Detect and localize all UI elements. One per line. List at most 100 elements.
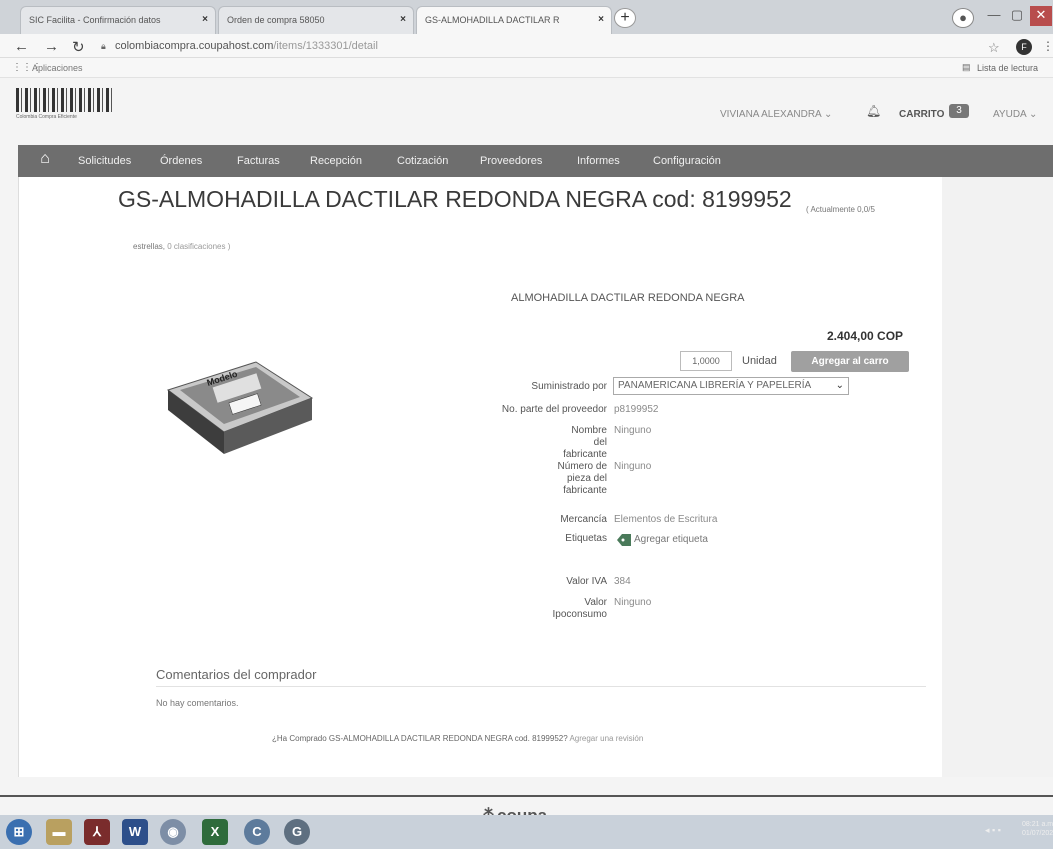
page-title: GS-ALMOHADILLA DACTILAR REDONDA NEGRA co… bbox=[118, 186, 792, 212]
word-icon[interactable]: W bbox=[122, 819, 148, 845]
commodity-label: Mercancía bbox=[560, 514, 607, 525]
media-player-icon[interactable]: ◉ bbox=[160, 819, 186, 845]
tags-label: Etiquetas bbox=[565, 533, 607, 544]
iva-label: Valor IVA bbox=[566, 576, 607, 587]
home-icon[interactable]: ⌂ bbox=[30, 150, 60, 174]
rating-stars-text: estrellas, bbox=[133, 242, 166, 251]
chevron-down-icon: ⌄ bbox=[823, 109, 833, 120]
user-menu[interactable]: VIVIANA ALEXANDRA ⌄ bbox=[720, 109, 832, 120]
product-price: 2.404,00 COP bbox=[827, 329, 904, 343]
lock-icon: 🔒︎ bbox=[101, 41, 106, 51]
taskbar bbox=[0, 815, 1053, 849]
review-question: ¿Ha Comprado GS-ALMOHADILLA DACTILAR RED… bbox=[272, 734, 568, 743]
divider bbox=[156, 686, 926, 687]
nav-item-cotizacion[interactable]: Cotización bbox=[397, 155, 448, 167]
rating-summary: ( Actualmente 0,0/5 bbox=[806, 205, 875, 214]
nav-item-facturas[interactable]: Facturas bbox=[237, 155, 280, 167]
tab-label: GS-ALMOHADILLA DACTILAR R bbox=[425, 15, 560, 25]
clock: 08:21 a.m. 01/07/2021 bbox=[1022, 820, 1053, 838]
cart-link[interactable]: CARRITO bbox=[899, 109, 944, 120]
url-host: colombiacompra.coupahost.com bbox=[115, 40, 274, 52]
iva-value: 384 bbox=[614, 576, 631, 587]
reload-icon[interactable]: ↻ bbox=[72, 38, 85, 56]
back-icon[interactable]: ← bbox=[14, 38, 29, 55]
nav-item-recepcion[interactable]: Recepción bbox=[310, 155, 362, 167]
app-header bbox=[0, 78, 1053, 138]
rating-summary-cont: estrellas, 0 clasificaciones ) bbox=[133, 242, 230, 251]
logo-mark bbox=[16, 88, 112, 112]
add-review-link[interactable]: Agregar una revisión bbox=[569, 734, 643, 743]
start-icon[interactable]: ⊞ bbox=[6, 819, 32, 845]
add-tag-link[interactable]: Agregar etiqueta bbox=[634, 534, 708, 546]
reading-list-icon: ▤ bbox=[962, 62, 971, 72]
user-name: VIVIANA ALEXANDRA bbox=[720, 109, 822, 120]
nav-item-informes[interactable]: Informes bbox=[577, 155, 620, 167]
ipoconsumo-value: Ninguno bbox=[614, 597, 652, 608]
tab-label: SIC Facilita - Confirmación datos bbox=[29, 15, 161, 25]
ipoconsumo-label: Valor Ipoconsumo bbox=[552, 597, 607, 620]
url-path: /items/1333301/detail bbox=[273, 40, 378, 52]
chrome-icon[interactable]: G bbox=[284, 819, 310, 845]
browser-icon[interactable]: C bbox=[244, 819, 270, 845]
close-icon[interactable]: × bbox=[202, 14, 208, 25]
folder-icon[interactable]: ▬ bbox=[46, 819, 72, 845]
nav-item-ordenes[interactable]: Órdenes bbox=[160, 155, 202, 167]
supplier-value: PANAMERICANA LIBRERÍA Y PAPELERÍA bbox=[618, 380, 812, 391]
clock-date: 01/07/2021 bbox=[1022, 830, 1053, 837]
rating-count-link[interactable]: 0 clasificaciones ) bbox=[167, 242, 230, 251]
no-comments-text: No hay comentarios. bbox=[156, 698, 239, 708]
bookmarks-bar bbox=[0, 58, 1053, 78]
bell-icon[interactable]: 🔔︎ bbox=[866, 104, 881, 118]
browser-tab-active[interactable]: GS-ALMOHADILLA DACTILAR R × bbox=[416, 6, 612, 34]
chevron-down-icon: ⌄ bbox=[835, 380, 844, 391]
comments-title: Comentarios del comprador bbox=[156, 667, 317, 682]
manufacturer-name-label: Nombre del fabricante bbox=[563, 425, 607, 460]
close-icon[interactable]: × bbox=[598, 14, 604, 25]
supplier-label: Suministrado por bbox=[531, 381, 607, 392]
cart-count-badge[interactable]: 3 bbox=[949, 104, 969, 118]
forward-icon[interactable]: → bbox=[44, 38, 59, 55]
excel-icon[interactable]: X bbox=[202, 819, 228, 845]
manufacturer-part-value: Ninguno bbox=[614, 461, 652, 472]
account-icon[interactable]: ● bbox=[952, 8, 974, 28]
url-input[interactable]: colombiacompra.coupahost.com/items/13333… bbox=[115, 40, 378, 52]
manufacturer-part-label: Número de pieza del fabricante bbox=[557, 461, 607, 496]
new-tab-button[interactable]: + bbox=[614, 8, 636, 28]
browser-tab[interactable]: SIC Facilita - Confirmación datos × bbox=[20, 6, 216, 34]
manufacturer-name-value: Ninguno bbox=[614, 425, 652, 436]
add-to-cart-button[interactable]: Agregar al carro bbox=[791, 351, 909, 372]
browser-tab[interactable]: Orden de compra 58050 × bbox=[218, 6, 414, 34]
nav-item-proveedores[interactable]: Proveedores bbox=[480, 155, 542, 167]
supplier-part-value: p8199952 bbox=[614, 404, 659, 415]
footer-divider bbox=[0, 795, 1053, 797]
product-name: ALMOHADILLA DACTILAR REDONDA NEGRA bbox=[511, 292, 745, 304]
nav-item-solicitudes[interactable]: Solicitudes bbox=[78, 155, 131, 167]
profile-avatar[interactable]: F bbox=[1016, 39, 1032, 55]
chevron-down-icon: ⌄ bbox=[1028, 109, 1038, 120]
close-icon[interactable]: × bbox=[400, 14, 406, 25]
close-window-icon[interactable]: ✕ bbox=[1030, 6, 1052, 26]
maximize-icon[interactable]: ▢ bbox=[1006, 6, 1028, 26]
clock-time: 08:21 a.m. bbox=[1022, 821, 1053, 828]
supplier-part-label: No. parte del proveedor bbox=[501, 404, 607, 415]
logo[interactable]: Colombia Compra Eficiente bbox=[16, 88, 112, 122]
pdf-icon[interactable]: ⅄ bbox=[84, 819, 110, 845]
menu-icon[interactable]: ⋮ bbox=[1042, 39, 1053, 53]
review-prompt: ¿Ha Comprado GS-ALMOHADILLA DACTILAR RED… bbox=[272, 734, 643, 743]
tag-icon[interactable] bbox=[617, 533, 633, 546]
help-label: AYUDA bbox=[993, 109, 1027, 120]
quantity-input[interactable]: 1,0000 bbox=[680, 351, 732, 371]
star-icon[interactable]: ☆ bbox=[988, 40, 1000, 56]
product-image: Modelo bbox=[160, 350, 320, 460]
help-menu[interactable]: AYUDA ⌄ bbox=[993, 109, 1037, 120]
minimize-icon[interactable]: — bbox=[983, 6, 1005, 26]
bookmark-apps[interactable]: Aplicaciones bbox=[32, 63, 83, 73]
reading-list[interactable]: Lista de lectura bbox=[977, 63, 1038, 73]
right-panel bbox=[942, 177, 1053, 777]
supplier-select[interactable]: PANAMERICANA LIBRERÍA Y PAPELERÍA ⌄ bbox=[613, 377, 849, 395]
logo-caption: Colombia Compra Eficiente bbox=[16, 114, 77, 120]
unit-label: Unidad bbox=[742, 355, 777, 367]
commodity-value: Elementos de Escritura bbox=[614, 514, 718, 525]
nav-item-configuracion[interactable]: Configuración bbox=[653, 155, 721, 167]
tray-icons: ◂ ▪ ▪ bbox=[985, 825, 1001, 835]
